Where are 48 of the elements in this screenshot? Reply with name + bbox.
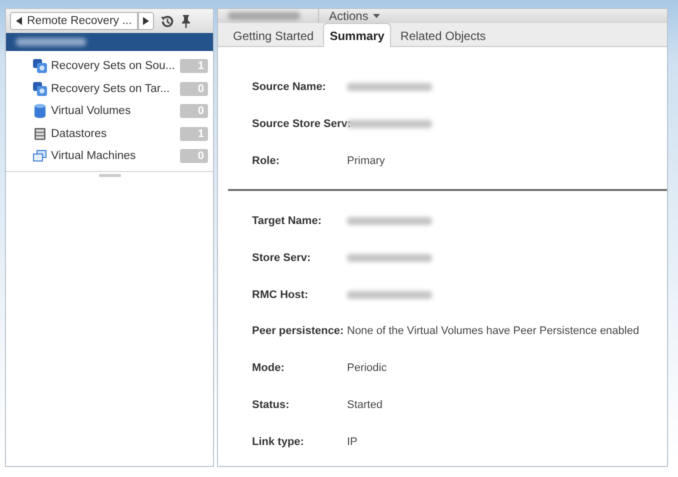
field-value: IP [347,436,358,448]
tab[interactable]: Related Objects [393,24,493,46]
navigator-item[interactable]: Virtual Volumes 0 [6,100,213,122]
field-label: RMC Host: [252,288,310,301]
count-badge: 0 [180,149,208,164]
navigator-item[interactable]: Recovery Sets on Tar... 0 [6,78,213,100]
field-value: Started [347,398,382,411]
field-label: Mode: [252,362,286,374]
forward-button[interactable] [138,12,154,30]
navigator-item[interactable]: Datastores 1 [6,122,213,145]
field-label: Role: [252,154,280,167]
history-icon[interactable] [160,14,175,28]
field-value: Periodic [347,362,387,374]
pin-icon[interactable] [181,14,191,28]
actions-menu-button[interactable]: Actions [319,9,390,23]
recovery-set-icon [33,82,47,96]
forward-arrow-icon [143,17,149,25]
field-value: Primary [347,154,385,167]
field-label: Status: [252,398,290,411]
redacted-text [16,38,86,46]
count-badge: 1 [180,59,208,74]
redacted-text [228,12,300,20]
datastore-icon [33,128,47,140]
field-label: Peer persistence: [252,325,345,338]
count-badge: 0 [180,82,208,96]
recovery-set-icon [33,59,47,74]
field-value: None of the Virtual Volumes have Peer Persistence enabled [347,325,640,338]
field-label: Store Serv: [252,252,312,264]
field-label: Source Name: [252,81,327,94]
caret-icon [373,14,380,18]
field-label: Target Name: [252,215,322,228]
virtual-machine-icon [33,150,47,162]
navigator-back-button[interactable]: Remote Recovery ... [10,12,138,30]
field-label: Link type: [252,436,305,448]
count-badge: 1 [180,126,208,141]
navigator-item-label: Virtual Volumes [51,105,132,118]
navigator-item-label: Recovery Sets on Sou... [51,60,176,72]
navigator-item-label: Datastores [51,128,108,140]
navigator-item[interactable]: Virtual Machines 0 [6,145,213,168]
back-arrow-icon [16,17,22,25]
tab[interactable]: Summary [322,23,392,47]
navigator-item[interactable]: Recovery Sets on Sou... 1 [6,55,213,78]
navigator-item-label: Recovery Sets on Tar... [51,82,171,95]
tab[interactable]: Getting Started [226,24,321,46]
resize-handle[interactable] [99,174,121,177]
count-badge: 0 [180,104,208,118]
navigator-item-label: Virtual Machines [51,150,137,162]
database-icon [33,104,47,118]
